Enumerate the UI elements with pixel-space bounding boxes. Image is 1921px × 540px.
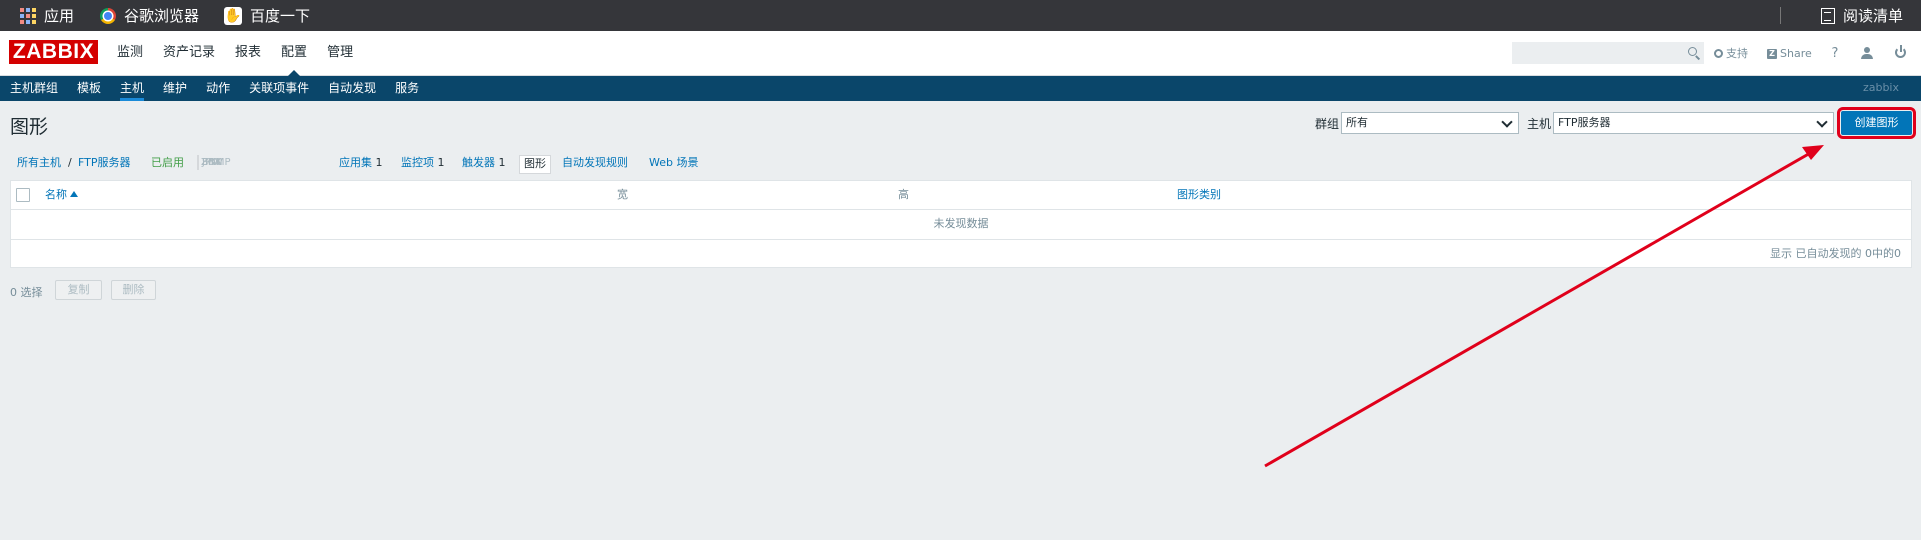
triggers-count: 1 [498,156,506,169]
delete-button[interactable]: 删除 [111,280,156,300]
bookmark-baidu[interactable]: ✋ 百度一下 [224,0,310,31]
tab-applications[interactable]: 应用集 1 [339,155,383,171]
submenu-services[interactable]: 服务 [395,76,419,101]
bookmark-apps-label: 应用 [44,7,75,25]
tab-web-scenarios[interactable]: Web 场景 [649,155,698,171]
menu-configuration[interactable]: 配置 [281,31,307,77]
items-count: 1 [437,156,445,169]
table-stats: 显示 已自动发现的 0中的0 [1770,247,1901,260]
group-select-value: 所有 [1346,116,1368,129]
ipmi-status-badge: IPMI [198,156,226,169]
submenu-templates[interactable]: 模板 [77,76,101,101]
sign-out-icon[interactable] [1895,45,1906,58]
selected-count: 0 选择 [10,286,43,299]
top-header: ZABBIX 监测 资产记录 报表 配置 管理 支持 Z Share ? [0,31,1921,77]
submenu-hosts[interactable]: 主机 [120,76,145,101]
share-label: Share [1780,47,1812,60]
group-filter-label: 群组 [1315,117,1340,131]
tab-items-label: 监控项 [401,156,434,169]
bookmarks-bar: 应用 谷歌浏览器 ✋ 百度一下 阅读清单 [0,0,1921,31]
search-icon[interactable] [1688,47,1697,56]
baidu-paw-icon: ✋ [224,6,242,25]
main-menu: 监测 资产记录 报表 配置 管理 [117,31,353,77]
copy-button[interactable]: 复制 [55,280,102,300]
breadcrumb-host[interactable]: FTP服务器 [78,155,131,171]
tab-items[interactable]: 监控项 1 [401,155,445,171]
create-graph-button[interactable]: 创建图形 [1837,107,1916,139]
bookmarks-divider [1780,7,1781,24]
column-graph-type[interactable]: 图形类别 [1177,181,1221,208]
applications-count: 1 [375,156,383,169]
page-title: 图形 [10,116,49,138]
support-label: 支持 [1726,47,1748,60]
share-icon: Z [1767,48,1777,59]
help-icon[interactable]: ? [1827,31,1843,76]
bookmark-chrome[interactable]: 谷歌浏览器 [100,0,199,31]
host-enabled-status[interactable]: 已启用 [151,155,184,171]
submenu-maintenance[interactable]: 维护 [163,76,187,101]
zabbix-logo[interactable]: ZABBIX [9,40,98,64]
server-name: zabbix [1862,81,1899,94]
tab-discovery-rules[interactable]: 自动发现规则 [562,155,628,171]
user-profile-icon[interactable] [1861,47,1873,59]
column-name[interactable]: 名称 [45,181,78,208]
tab-triggers[interactable]: 触发器 1 [462,155,506,171]
host-select-value: FTP服务器 [1558,116,1611,129]
menu-inventory[interactable]: 资产记录 [163,31,215,76]
sub-menu: 主机群组 模板 主机 维护 动作 关联项事件 自动发现 服务 [10,76,419,101]
chevron-down-icon [1816,116,1828,128]
bookmark-chrome-label: 谷歌浏览器 [124,7,200,25]
support-icon [1714,49,1723,58]
annotation-arrow-head [1802,145,1824,160]
bookmark-apps[interactable]: 应用 [20,0,74,31]
column-width: 宽 [617,188,628,201]
graphs-table: 名称 宽 高 图形类别 未发现数据 显示 已自动发现的 0中的0 [10,180,1912,268]
submenu-actions[interactable]: 动作 [206,76,230,101]
reading-list-label: 阅读清单 [1842,7,1903,25]
apps-grid-icon [20,7,36,24]
reading-list-button[interactable]: 阅读清单 [1820,0,1903,31]
no-data-message: 未发现数据 [11,209,1911,240]
availability-status-group: ZBX SNMP JMX IPMI [197,155,231,170]
submenu-host-groups[interactable]: 主机群组 [10,76,58,101]
table-header: 名称 宽 高 图形类别 [11,181,1911,210]
search-input[interactable] [1512,42,1704,64]
host-select[interactable]: FTP服务器 [1553,112,1834,134]
breadcrumb-separator: / [68,156,72,169]
breadcrumb-all-hosts[interactable]: 所有主机 [17,155,61,171]
submenu-correlations[interactable]: 关联项事件 [249,76,309,101]
menu-administration[interactable]: 管理 [327,31,353,76]
sub-menu-bar: 主机群组 模板 主机 维护 动作 关联项事件 自动发现 服务 zabbix [0,76,1921,101]
menu-reports[interactable]: 报表 [235,31,261,76]
reading-list-icon [1820,7,1835,24]
chrome-icon [100,7,116,24]
column-height: 高 [898,188,909,201]
tab-graphs[interactable]: 图形 [519,155,551,174]
sort-ascending-icon [70,191,78,197]
chevron-down-icon [1501,116,1513,128]
tab-applications-label: 应用集 [339,156,372,169]
menu-monitoring[interactable]: 监测 [117,31,143,76]
tab-triggers-label: 触发器 [462,156,495,169]
bookmark-baidu-label: 百度一下 [250,7,311,25]
group-select[interactable]: 所有 [1341,112,1519,134]
support-link[interactable]: 支持 [1714,31,1748,76]
submenu-discovery[interactable]: 自动发现 [328,76,376,101]
select-all-checkbox[interactable] [16,188,30,202]
share-link[interactable]: Z Share [1767,31,1812,76]
column-name-label: 名称 [45,188,67,201]
host-filter-label: 主机 [1527,117,1552,131]
